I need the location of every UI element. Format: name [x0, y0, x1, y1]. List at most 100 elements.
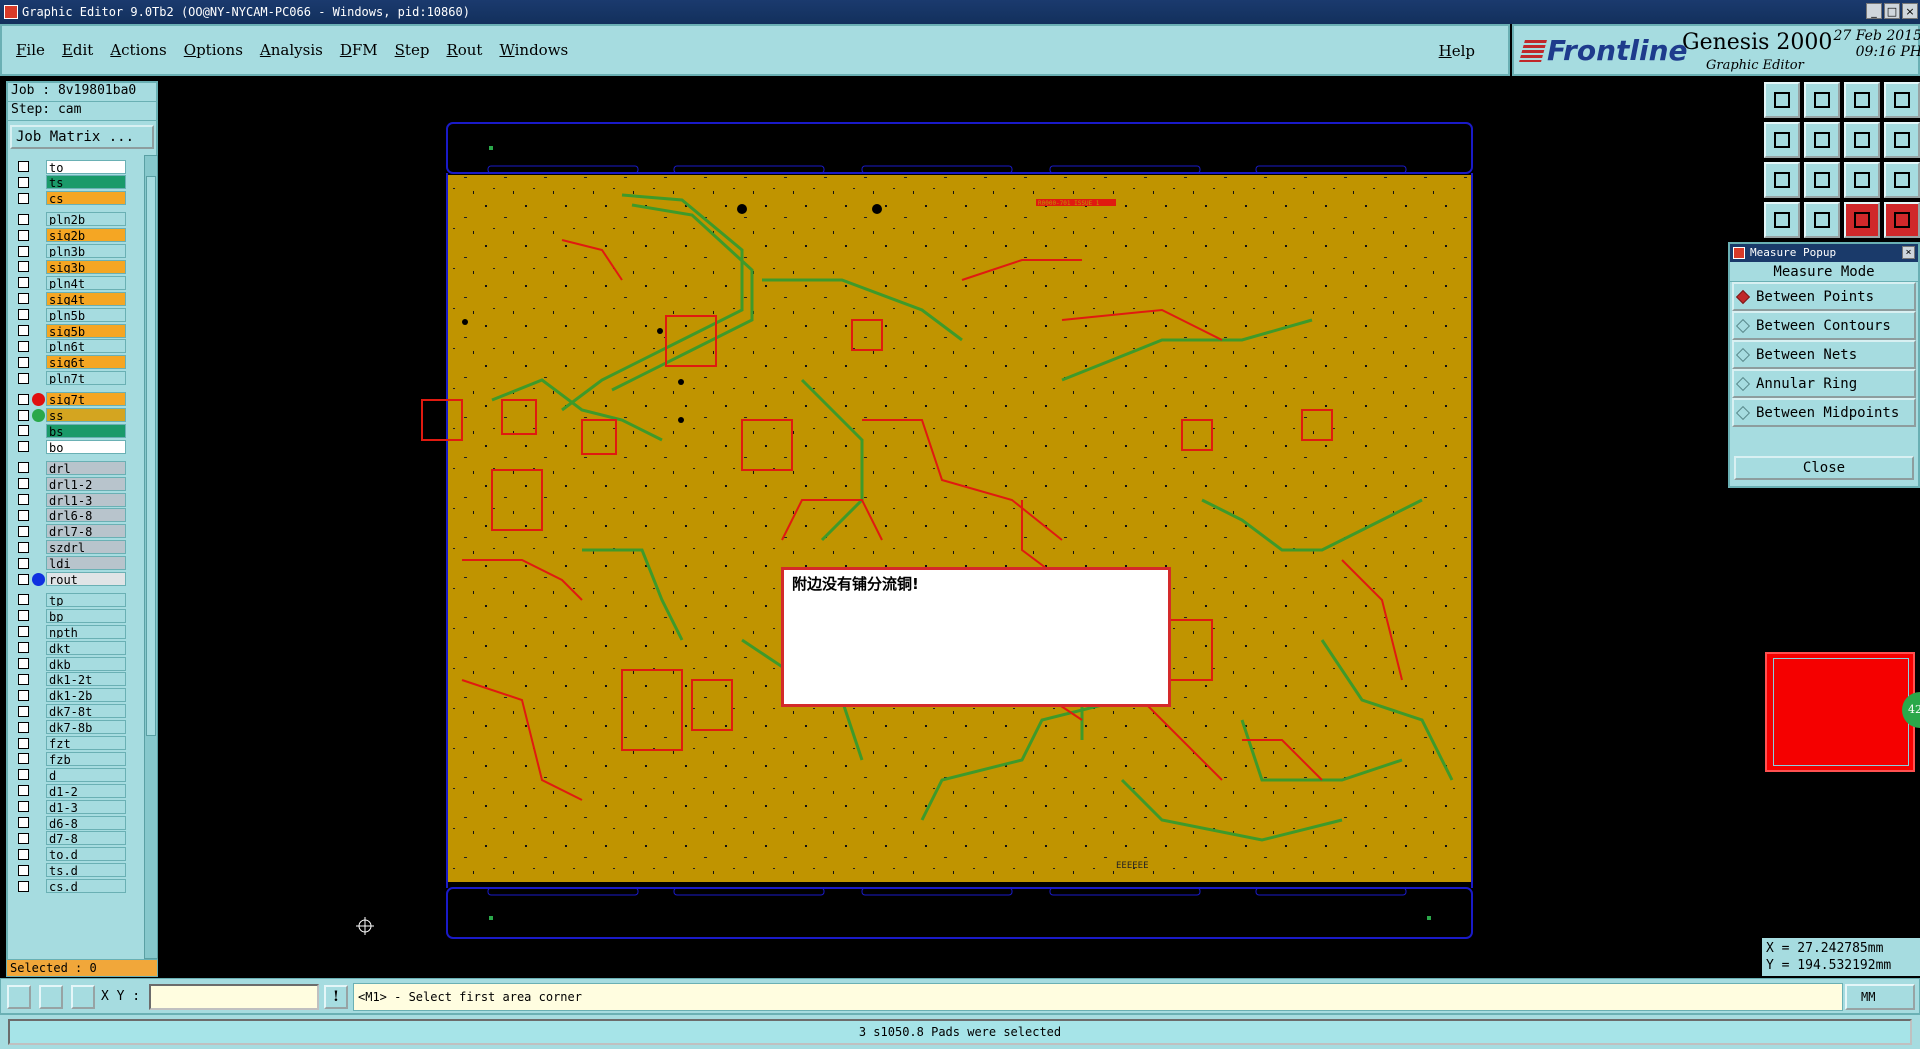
layer-row[interactable]: drl6-8 — [12, 508, 138, 523]
option-annular-ring[interactable]: Annular Ring — [1732, 369, 1916, 398]
layer-row[interactable]: sig3b — [12, 259, 138, 274]
tool-button-4[interactable] — [1884, 82, 1920, 118]
option-between-nets[interactable]: Between Nets — [1732, 340, 1916, 369]
measure-tool-button[interactable] — [1844, 202, 1880, 238]
layer-row[interactable]: sig7t — [12, 392, 138, 407]
layer-name[interactable]: dk1-2t — [46, 672, 126, 687]
layer-checkbox[interactable] — [18, 785, 29, 797]
layer-row[interactable]: d6-8 — [12, 815, 138, 830]
layer-row[interactable]: sig6t — [12, 355, 138, 370]
layer-checkbox[interactable] — [18, 356, 29, 368]
layer-name[interactable]: bo — [46, 439, 126, 454]
zoom-fit-button[interactable] — [1764, 162, 1800, 198]
layer-row[interactable]: bp — [12, 608, 138, 623]
layer-name[interactable]: ss — [46, 408, 126, 422]
layer-checkbox[interactable] — [18, 509, 29, 521]
layer-name[interactable]: npth — [46, 624, 126, 639]
layer-name[interactable]: fzb — [46, 751, 126, 766]
layer-name[interactable]: pln7t — [46, 371, 126, 386]
tool-button-14[interactable] — [1804, 202, 1840, 238]
close-window-button[interactable]: × — [1902, 3, 1918, 19]
layer-checkbox[interactable] — [18, 594, 29, 606]
layer-checkbox[interactable] — [18, 801, 29, 813]
tool-button-6[interactable] — [1804, 122, 1840, 158]
layer-row[interactable]: fzb — [12, 751, 138, 766]
layer-row[interactable]: dk7-8b — [12, 720, 138, 735]
help-tool-button[interactable] — [1884, 162, 1920, 198]
layer-name[interactable]: ts.d — [46, 863, 126, 878]
layer-name[interactable]: to.d — [46, 847, 126, 862]
layer-name[interactable]: d1-3 — [46, 799, 126, 814]
layer-checkbox[interactable] — [18, 769, 29, 781]
layer-checkbox[interactable] — [18, 832, 29, 844]
layer-checkbox[interactable] — [18, 372, 29, 384]
menu-actions[interactable]: Actions — [110, 41, 166, 59]
layer-checkbox[interactable] — [18, 229, 29, 241]
layer-name[interactable]: ts — [46, 175, 126, 190]
popup-close-icon[interactable]: × — [1902, 246, 1915, 259]
menu-analysis[interactable]: Analysis — [260, 41, 323, 59]
layer-row[interactable]: npth — [12, 624, 138, 639]
zoom-center-button[interactable] — [1804, 162, 1840, 198]
layer-name[interactable]: ldi — [46, 556, 126, 571]
layer-checkbox[interactable] — [18, 393, 29, 405]
menu-help[interactable]: Help — [1439, 42, 1475, 60]
layer-name[interactable]: sig3b — [46, 259, 126, 274]
tool-button-1[interactable] — [1764, 82, 1800, 118]
layer-checkbox[interactable] — [18, 213, 29, 225]
layer-row[interactable]: d7-8 — [12, 831, 138, 846]
layer-checkbox[interactable] — [18, 642, 29, 654]
layer-row[interactable]: d1-2 — [12, 783, 138, 798]
menu-edit[interactable]: Edit — [62, 41, 93, 59]
tool-button-16[interactable] — [1884, 202, 1920, 238]
layer-checkbox[interactable] — [18, 409, 29, 421]
layer-name[interactable]: sig2b — [46, 228, 126, 243]
layer-row[interactable]: dkt — [12, 640, 138, 655]
tool-button-5[interactable] — [1764, 122, 1800, 158]
layer-row[interactable]: to — [12, 159, 138, 174]
layer-row[interactable]: sig4t — [12, 291, 138, 306]
option-between-points[interactable]: Between Points — [1732, 282, 1916, 311]
layer-checkbox[interactable] — [18, 261, 29, 273]
layer-checkbox[interactable] — [18, 864, 29, 876]
layer-row[interactable]: drl1-2 — [12, 476, 138, 491]
overview-map[interactable]: 42 — [1762, 652, 1920, 772]
layer-checkbox[interactable] — [18, 192, 29, 204]
layer-checkbox[interactable] — [18, 626, 29, 638]
layer-checkbox[interactable] — [18, 325, 29, 336]
menu-options[interactable]: Options — [184, 41, 243, 59]
layer-row[interactable]: pln4t — [12, 275, 138, 290]
layer-row[interactable]: rout — [12, 572, 138, 587]
layer-name[interactable]: bp — [46, 608, 126, 623]
layer-name[interactable]: pln5b — [46, 307, 126, 322]
layer-name[interactable]: dk7-8t — [46, 704, 126, 719]
option-between-contours[interactable]: Between Contours — [1732, 311, 1916, 340]
layer-name[interactable]: sig6t — [46, 355, 126, 370]
layer-checkbox[interactable] — [18, 441, 29, 453]
layer-name[interactable]: drl7-8 — [46, 524, 126, 539]
layer-name[interactable]: d1-2 — [46, 783, 126, 798]
message-dialog[interactable]: 附边没有铺分流铜! — [781, 567, 1171, 707]
layer-checkbox[interactable] — [18, 293, 29, 305]
tool-button-2[interactable] — [1804, 82, 1840, 118]
layer-checkbox[interactable] — [18, 753, 29, 765]
unit-selector[interactable]: MM — [1845, 984, 1915, 1010]
layer-checkbox[interactable] — [18, 277, 29, 289]
layer-row[interactable]: ts.d — [12, 863, 138, 878]
measure-close-button[interactable]: Close — [1734, 456, 1914, 480]
layer-name[interactable]: cs — [46, 191, 126, 206]
maximize-button[interactable]: □ — [1884, 3, 1900, 19]
layer-name[interactable]: fzt — [46, 736, 126, 750]
layer-checkbox[interactable] — [18, 737, 29, 749]
layer-name[interactable]: pln6t — [46, 339, 126, 354]
layer-name[interactable]: drl6-8 — [46, 508, 126, 523]
layer-checkbox[interactable] — [18, 573, 29, 585]
menu-file[interactable]: File — [16, 41, 45, 59]
layer-row[interactable]: d1-3 — [12, 799, 138, 814]
layer-name[interactable]: rout — [46, 572, 126, 586]
layer-name[interactable]: sig5b — [46, 323, 126, 338]
layer-name[interactable]: to — [46, 159, 126, 174]
layer-row[interactable]: drl — [12, 460, 138, 475]
layer-row[interactable]: drl7-8 — [12, 524, 138, 539]
layer-row[interactable]: sig2b — [12, 228, 138, 243]
